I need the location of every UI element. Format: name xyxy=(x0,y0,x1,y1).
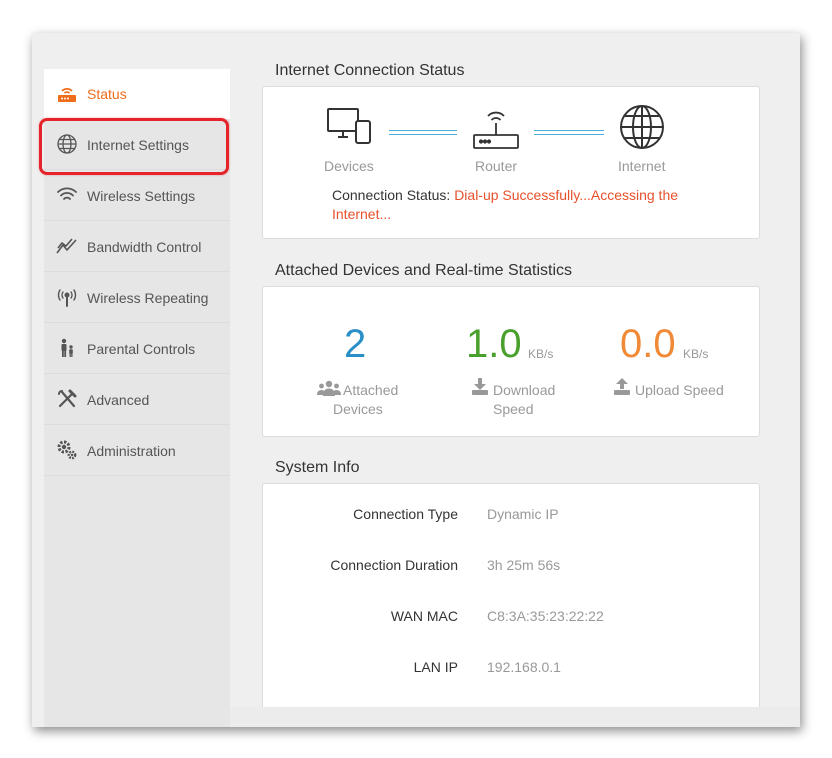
sidebar-item-label: Status xyxy=(87,86,127,102)
system-info-key: Connection Duration xyxy=(330,557,458,573)
internet-label: Internet xyxy=(618,158,666,174)
sidebar-item-label: Wireless Repeating xyxy=(87,290,209,306)
main-content: Internet Connection Status Devices Route… xyxy=(230,41,800,727)
sidebar-item-wireless-settings[interactable]: Wireless Settings xyxy=(44,171,230,221)
antenna-icon xyxy=(56,286,78,308)
system-info-key: Connection Type xyxy=(353,506,458,522)
download-icon xyxy=(472,378,488,395)
download-speed-unit: KB/s xyxy=(528,347,554,361)
download-label-line1: Download xyxy=(493,382,556,398)
system-info-key: LAN IP xyxy=(413,659,458,675)
upload-icon xyxy=(614,378,630,395)
system-info-value: Dynamic IP xyxy=(487,506,559,522)
sidebar-item-status[interactable]: Status xyxy=(44,69,230,119)
sidebar-nav: Status Internet Settings Wireless Settin… xyxy=(44,69,230,727)
devices-label: Devices xyxy=(324,158,374,174)
download-label-line2: Speed xyxy=(493,401,534,417)
system-info-key: WAN MAC xyxy=(390,608,458,624)
system-info-row: WAN MAC C8:3A:35:23:22:22 xyxy=(263,608,761,628)
family-icon xyxy=(56,337,78,359)
router-internet-link xyxy=(534,130,604,135)
attached-devices-count: 2 xyxy=(344,322,367,366)
upload-speed-value: 0.0 xyxy=(620,322,676,366)
sidebar-item-wireless-repeating[interactable]: Wireless Repeating xyxy=(44,273,230,323)
download-speed-value: 1.0 xyxy=(466,322,522,366)
system-info-value: C8:3A:35:23:22:22 xyxy=(487,608,604,624)
router-admin-window: Status Internet Settings Wireless Settin… xyxy=(32,33,800,727)
tools-icon xyxy=(56,388,78,410)
statistics-title: Attached Devices and Real-time Statistic… xyxy=(275,262,573,279)
system-info-title: System Info xyxy=(275,459,360,476)
internet-globe-icon xyxy=(618,103,666,156)
statistics-card: 2 Attached Devices 1.0 KB/s Download Spe… xyxy=(262,286,760,437)
router-status-icon xyxy=(56,82,78,104)
sidebar-item-internet-settings[interactable]: Internet Settings xyxy=(44,120,230,170)
globe-icon xyxy=(56,133,78,155)
sidebar-item-label: Wireless Settings xyxy=(87,188,196,204)
upload-label-text: Upload Speed xyxy=(635,382,724,398)
system-info-row: Connection Duration 3h 25m 56s xyxy=(263,557,761,577)
system-info-value: 3h 25m 56s xyxy=(487,557,561,573)
bottom-strip xyxy=(230,707,800,727)
router-icon xyxy=(471,107,521,156)
system-info-row: LAN IP 192.168.0.1 xyxy=(263,659,761,679)
sidebar-item-label: Internet Settings xyxy=(87,137,189,153)
sidebar-item-bandwidth-control[interactable]: Bandwidth Control xyxy=(44,222,230,272)
connection-status-text: Connection Status: Dial-up Successfully.… xyxy=(332,186,722,224)
sidebar-item-label: Parental Controls xyxy=(87,341,196,357)
devices-icon xyxy=(326,107,374,152)
attached-label-line1: Attached xyxy=(343,382,399,398)
devices-router-link xyxy=(389,130,457,135)
attached-label-line2: Devices xyxy=(333,401,383,417)
sidebar-item-label: Administration xyxy=(87,443,176,459)
connection-status-key: Connection Status: xyxy=(332,187,451,203)
system-info-card: Connection Type Dynamic IP Connection Du… xyxy=(262,483,760,727)
sidebar-item-label: Advanced xyxy=(87,392,150,408)
gears-icon xyxy=(56,439,78,461)
sidebar-item-advanced[interactable]: Advanced xyxy=(44,375,230,425)
upload-speed-unit: KB/s xyxy=(683,347,709,361)
wifi-icon xyxy=(56,184,78,206)
users-icon xyxy=(317,380,341,396)
sidebar-item-parental-controls[interactable]: Parental Controls xyxy=(44,324,230,374)
sidebar-item-administration[interactable]: Administration xyxy=(44,426,230,476)
connection-status-title: Internet Connection Status xyxy=(275,62,465,79)
system-info-row: Connection Type Dynamic IP xyxy=(263,506,761,526)
bandwidth-icon xyxy=(56,235,78,257)
sidebar-item-label: Bandwidth Control xyxy=(87,239,202,255)
router-label: Router xyxy=(475,158,518,174)
connection-status-card: Devices Router Internet Connection Statu… xyxy=(262,86,760,239)
system-info-value: 192.168.0.1 xyxy=(487,659,561,675)
